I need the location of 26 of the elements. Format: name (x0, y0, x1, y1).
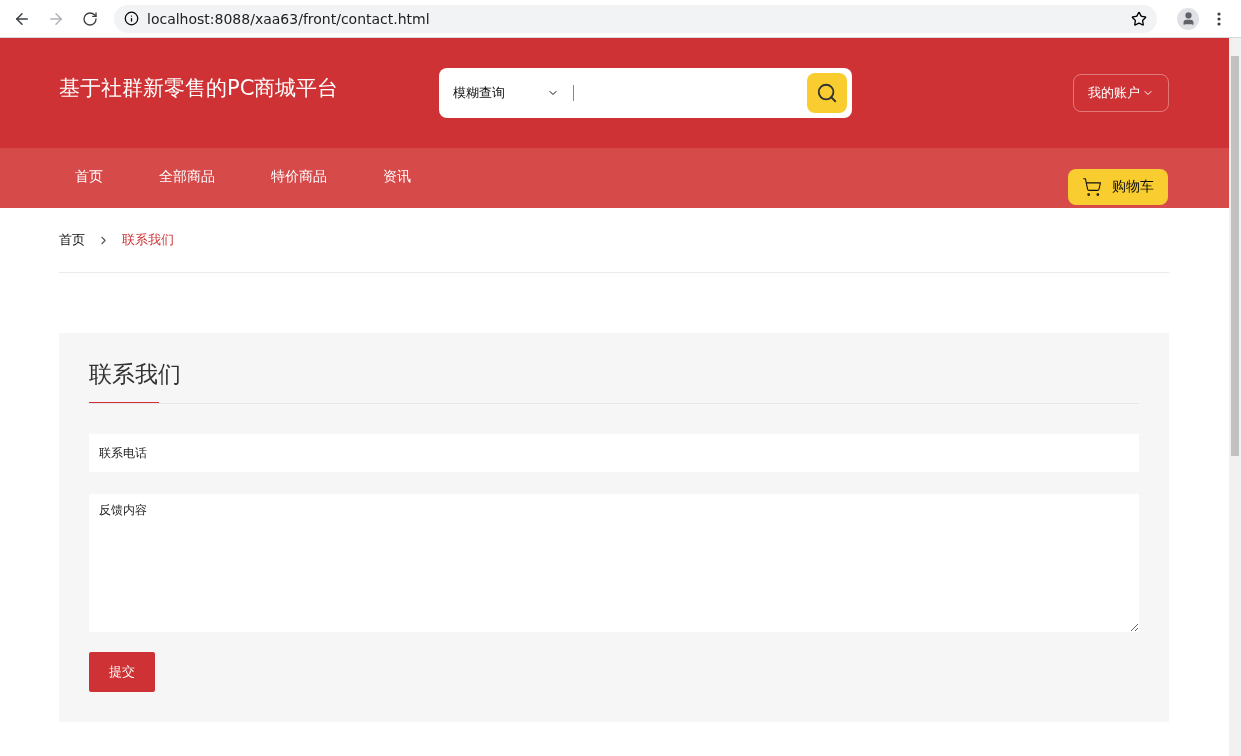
breadcrumb-link[interactable]: 首页 (59, 231, 85, 249)
site-title: 基于社群新零售的PC商城平台 (59, 75, 340, 102)
nav-link[interactable]: 资讯 (383, 168, 411, 186)
person-icon (1180, 11, 1196, 26)
cart-icon (1082, 177, 1102, 197)
submit-button[interactable]: 提交 (89, 652, 155, 692)
search-icon (816, 82, 838, 104)
feedback-field[interactable]: 反馈内容 (89, 494, 1139, 632)
url-text: localhost:8088/xaa63/front/contact.html (147, 10, 430, 27)
search-mode-select[interactable]: 模糊查询 (453, 84, 559, 102)
nav-link[interactable]: 首页 (75, 168, 103, 186)
profile-avatar[interactable] (1177, 7, 1199, 30)
account-button[interactable]: 我的账户 (1073, 74, 1169, 112)
search-button[interactable] (807, 73, 847, 113)
address-bar[interactable]: localhost:8088/xaa63/front/contact.html (114, 4, 1157, 33)
menu-icon (1217, 11, 1221, 26)
star-icon[interactable] (1131, 10, 1147, 27)
nav-link[interactable]: 特价商品 (271, 168, 327, 186)
phone-field[interactable]: 联系电话 (89, 434, 1139, 472)
info-icon (124, 11, 139, 26)
nav-link[interactable]: 全部商品 (159, 168, 215, 186)
cart-button[interactable]: 购物车 (1068, 169, 1168, 205)
scrollbar[interactable] (1229, 38, 1241, 756)
breadcrumb-link[interactable]: 联系我们 (122, 231, 174, 249)
panel-title: 联系我们 (89, 360, 181, 389)
reload-icon (82, 10, 98, 27)
